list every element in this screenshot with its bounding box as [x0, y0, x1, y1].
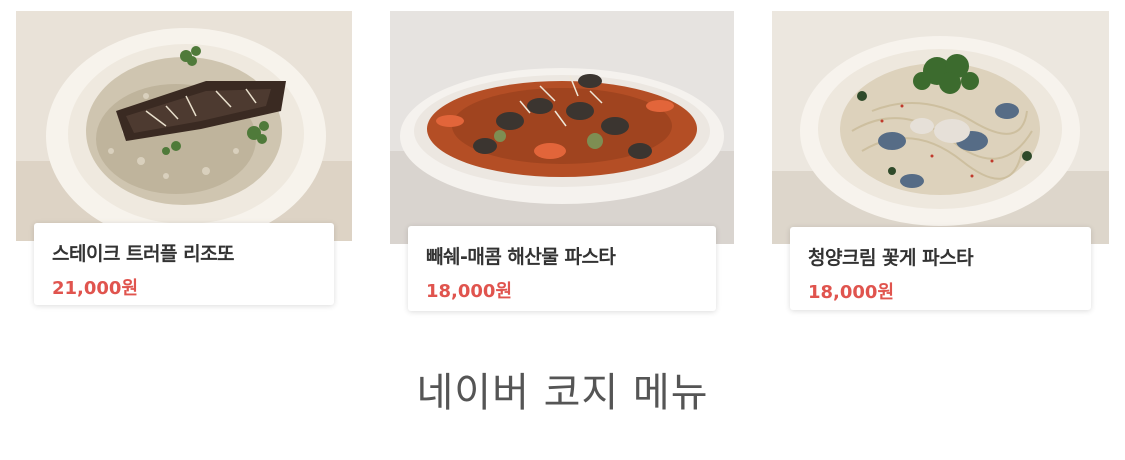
menu-card[interactable]: 청양크림 꽃게 파스타 18,000원	[790, 227, 1091, 310]
menu-item-spicy-seafood-pasta[interactable]: 빼쉐-매콤 해산물 파스타 18,000원	[380, 0, 740, 320]
spicy-seafood-pasta-photo[interactable]	[390, 11, 734, 244]
menu-page: 스테이크 트러플 리조또 21,000원 빼쉐-매콤 해산물 파스타 18,00…	[0, 0, 1125, 460]
menu-item-price: 18,000원	[426, 281, 513, 302]
menu-item-crab-cream-pasta[interactable]: 청양크림 꽃게 파스타 18,000원	[760, 0, 1125, 320]
menu-item-name: 청양크림 꽃게 파스타	[808, 247, 974, 269]
menu-item-name: 빼쉐-매콤 해산물 파스타	[426, 246, 616, 268]
steak-risotto-photo[interactable]	[16, 11, 352, 241]
menu-item-name: 스테이크 트러플 리조또	[52, 243, 235, 265]
menu-card[interactable]: 빼쉐-매콤 해산물 파스타 18,000원	[408, 226, 716, 311]
menu-item-price: 18,000원	[808, 282, 895, 303]
menu-card[interactable]: 스테이크 트러플 리조또 21,000원	[34, 223, 334, 305]
crab-cream-pasta-photo[interactable]	[772, 11, 1109, 244]
menu-item-steak-risotto[interactable]: 스테이크 트러플 리조또 21,000원	[0, 0, 360, 320]
menu-item-price: 21,000원	[52, 278, 139, 299]
section-title: 네이버 코지 메뉴	[416, 370, 709, 416]
